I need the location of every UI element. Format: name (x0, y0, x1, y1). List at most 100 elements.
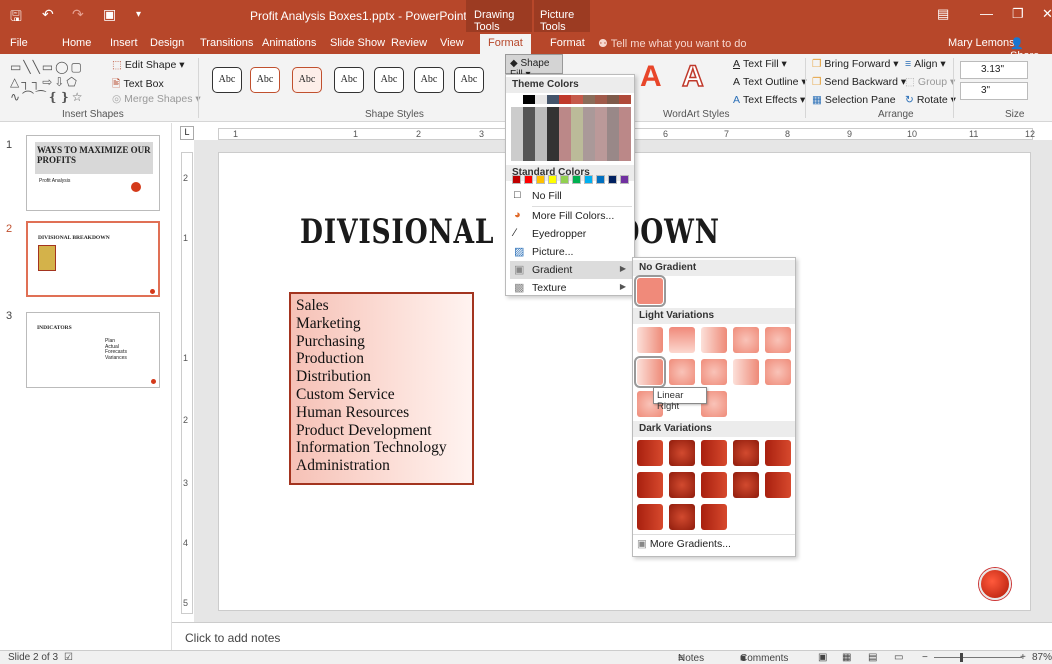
rotate-button[interactable]: ↻ Rotate ▾ (905, 94, 956, 106)
standard-color-swatch[interactable] (608, 175, 617, 184)
linear-right-swatch[interactable] (634, 356, 666, 388)
standard-color-swatch[interactable] (584, 175, 593, 184)
wordart-style-fill[interactable]: A (640, 60, 662, 94)
theme-color-grid[interactable] (511, 95, 631, 161)
tab-animations[interactable]: Animations (262, 37, 316, 49)
standard-color-swatch[interactable] (512, 175, 521, 184)
shape-height-field[interactable]: 3.13" (960, 61, 1028, 79)
wordart-style-outline[interactable]: A (681, 59, 704, 94)
tab-format-picture[interactable]: Format (550, 37, 585, 49)
texture-item[interactable]: ▩ Texture ▶ (510, 279, 632, 297)
normal-view-icon[interactable]: ▣ (818, 652, 827, 663)
no-gradient-swatch[interactable] (634, 275, 666, 307)
gradient-swatch[interactable] (669, 359, 695, 385)
shape-style-4[interactable]: Abc (334, 67, 364, 93)
tab-design[interactable]: Design (150, 37, 184, 49)
tab-selector[interactable]: L (180, 126, 194, 140)
zoom-slider[interactable] (934, 657, 1022, 658)
standard-color-swatch[interactable] (572, 175, 581, 184)
gradient-swatch[interactable] (669, 472, 695, 498)
theme-shades-grid[interactable] (511, 107, 631, 161)
theme-color-row[interactable] (511, 95, 631, 104)
more-gradients-item[interactable]: ▣ More Gradients... (637, 538, 731, 550)
selection-pane-button[interactable]: ▦ Selection Pane (812, 94, 896, 106)
save-icon[interactable]: 🖫 (10, 6, 22, 30)
restore-icon[interactable]: ❐ (1012, 6, 1024, 22)
gradient-swatch[interactable] (701, 327, 727, 353)
tab-view[interactable]: View (440, 37, 464, 49)
spell-check-icon[interactable]: ☑ (64, 652, 73, 663)
tab-format-drawing[interactable]: Format (480, 34, 531, 54)
gradient-swatch[interactable] (701, 504, 727, 530)
gradient-swatch[interactable] (701, 440, 727, 466)
text-outline-button[interactable]: A Text Outline ▾ (733, 76, 807, 88)
gradient-swatch[interactable] (669, 440, 695, 466)
notes-pane[interactable]: Click to add notes (172, 622, 1052, 650)
more-fill-colors-item[interactable]: ◕ More Fill Colors... (510, 207, 632, 225)
shape-style-6[interactable]: Abc (414, 67, 444, 93)
reading-view-icon[interactable]: ▤ (868, 652, 877, 663)
minimize-icon[interactable]: — (980, 6, 993, 21)
send-backward-button[interactable]: ❐ Send Backward ▾ (812, 76, 906, 88)
picture-item[interactable]: ▨ Picture... (510, 243, 632, 261)
gradient-swatch[interactable] (765, 472, 791, 498)
zoom-in-button[interactable]: + (1020, 652, 1026, 663)
close-icon[interactable]: ✕ (1042, 6, 1052, 22)
shape-style-5[interactable]: Abc (374, 67, 404, 93)
slide-sorter-icon[interactable]: ▦ (842, 652, 851, 663)
align-button[interactable]: ≡ Align ▾ (905, 58, 946, 70)
shape-style-3[interactable]: Abc (292, 67, 322, 93)
gradient-swatch[interactable] (701, 359, 727, 385)
tab-review[interactable]: Review (391, 37, 427, 49)
redo-icon[interactable]: ↷ (72, 6, 84, 23)
gradient-swatch[interactable] (637, 327, 663, 353)
gradient-swatch[interactable] (765, 440, 791, 466)
gradient-swatch[interactable] (733, 327, 759, 353)
vertical-ruler[interactable]: 2 1 1 2 3 4 5 (181, 152, 193, 614)
eyedropper-item[interactable]: ∕ Eyedropper (510, 225, 632, 243)
shape-width-field[interactable]: 3" (960, 82, 1028, 100)
gradient-swatch[interactable] (701, 472, 727, 498)
zoom-level[interactable]: 87% (1032, 652, 1052, 663)
edit-shape-button[interactable]: ⬚ Edit Shape ▾ (112, 59, 185, 71)
gradient-swatch[interactable] (733, 440, 759, 466)
text-box-button[interactable]: 🖹 Text Box (112, 76, 164, 94)
gradient-swatch[interactable] (733, 359, 759, 385)
gradient-item[interactable]: ▣ Gradient ▶ (510, 261, 632, 279)
divisions-text-box[interactable]: Sales Marketing Purchasing Production Di… (289, 292, 474, 485)
shapes-gallery[interactable]: ▭╲╲▭◯▢ △┐┐⇨⇩⬠ ∿⌒⁀❴❵☆ (10, 60, 106, 104)
slide-thumbnail-3[interactable]: INDICATORS Plan Actual Forecasts Varianc… (26, 312, 160, 388)
tab-slide-show[interactable]: Slide Show (330, 37, 385, 49)
bring-forward-button[interactable]: ❐ Bring Forward ▾ (812, 58, 899, 70)
shape-style-1[interactable]: Abc (212, 67, 242, 93)
text-fill-button[interactable]: A Text Fill ▾ (733, 58, 787, 70)
standard-color-swatch[interactable] (548, 175, 557, 184)
user-name[interactable]: Mary Lemons (948, 37, 1015, 49)
no-fill-item[interactable]: □ No Fill (510, 187, 632, 205)
gradient-swatch[interactable] (765, 327, 791, 353)
zoom-out-button[interactable]: − (922, 652, 928, 663)
standard-color-swatch[interactable] (620, 175, 629, 184)
gradient-swatch[interactable] (733, 472, 759, 498)
gradient-swatch[interactable] (637, 504, 663, 530)
standard-color-swatch[interactable] (524, 175, 533, 184)
tell-me-search[interactable]: ⚉ Tell me what you want to do (598, 37, 746, 50)
standard-color-swatch[interactable] (536, 175, 545, 184)
customize-quick-access-icon[interactable]: ▾ (136, 9, 141, 20)
gradient-swatch[interactable] (637, 472, 663, 498)
merge-shapes-button[interactable]: ◎ Merge Shapes ▾ (112, 93, 201, 105)
group-button[interactable]: ⬚ Group ▾ (905, 76, 955, 88)
ribbon-display-icon[interactable]: ▤ (937, 6, 949, 22)
slide-thumbnail-1[interactable]: WAYS TO MAXIMIZE OUR PROFITS Profit Anal… (26, 135, 160, 211)
tab-insert[interactable]: Insert (110, 37, 138, 49)
zoom-slider-thumb[interactable] (960, 653, 963, 662)
shape-fill-button[interactable]: ◆ Shape Fill ▾ (505, 54, 563, 80)
text-effects-button[interactable]: A Text Effects ▾ (733, 94, 805, 106)
shape-style-2[interactable]: Abc (250, 67, 280, 93)
undo-icon[interactable]: ↶ (42, 6, 54, 23)
gradient-swatch[interactable] (765, 359, 791, 385)
gradient-swatch[interactable] (669, 504, 695, 530)
gradient-swatch[interactable] (637, 440, 663, 466)
standard-color-swatch[interactable] (596, 175, 605, 184)
standard-color-swatch[interactable] (560, 175, 569, 184)
